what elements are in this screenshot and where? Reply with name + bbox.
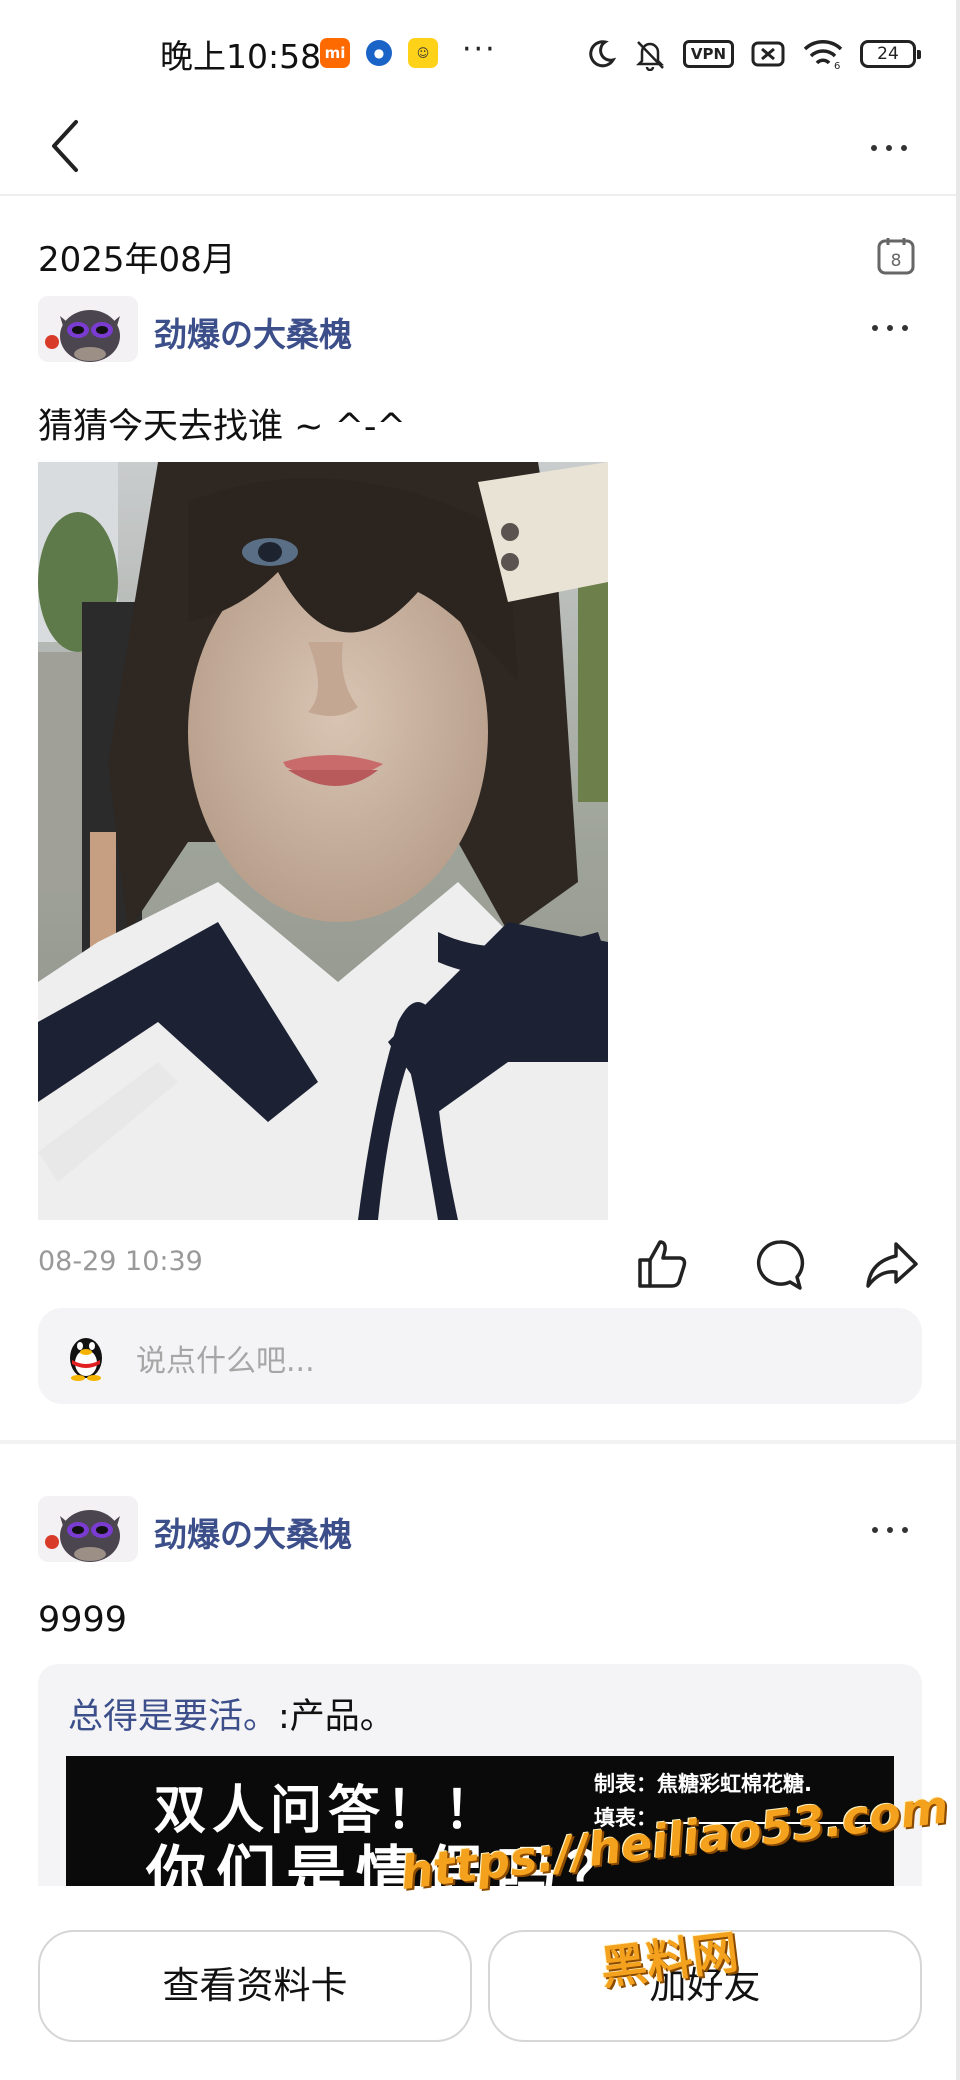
browser-app-icon: ● <box>366 40 392 66</box>
status-bar: 晚上10:58 mi ● ☺ ··· VPN 6 24 <box>0 0 960 100</box>
author-avatar[interactable] <box>38 296 138 362</box>
svg-text:8: 8 <box>891 251 902 271</box>
more-horizontal-icon <box>854 118 924 178</box>
shared-source: 总得是要活。 <box>68 1697 279 1737</box>
banner-subtitle: 你们是情侣吗？ <box>146 1840 636 1894</box>
muted-bell-icon <box>633 37 667 71</box>
like-button[interactable] <box>632 1234 692 1294</box>
view-profile-card-button[interactable]: 查看资料卡 <box>38 1930 472 2042</box>
calendar-button[interactable]: 8 <box>876 236 916 276</box>
section-divider <box>0 1440 960 1444</box>
scroll-edge <box>956 0 960 2080</box>
post-more-button[interactable] <box>860 308 920 348</box>
shared-banner-image: 双人问答！！ 你们是情侣吗？ 制表：焦糖彩虹棉花糖. 填表： <box>66 1756 894 1894</box>
more-horizontal-icon <box>860 308 920 348</box>
top-nav <box>0 100 960 196</box>
more-options-button[interactable] <box>854 118 924 178</box>
more-horizontal-icon <box>860 1510 920 1550</box>
do-not-disturb-moon-icon <box>585 38 617 70</box>
author-avatar[interactable] <box>38 1496 138 1562</box>
post-more-button[interactable] <box>860 1510 920 1550</box>
banner-underline <box>662 1822 876 1824</box>
wifi-icon: 6 <box>802 38 844 70</box>
post-photo[interactable] <box>38 462 608 1220</box>
more-notifications-icon: ··· <box>462 32 497 67</box>
mi-app-icon: mi <box>320 38 350 68</box>
author-name[interactable]: 劲爆の大桑槐 <box>154 1508 352 1556</box>
back-button[interactable] <box>40 114 100 174</box>
screen: 晚上10:58 mi ● ☺ ··· VPN 6 24 2025年08月 8 劲… <box>0 0 960 2080</box>
share-arrow-icon <box>866 1242 918 1288</box>
battery-icon: 24 <box>860 40 921 68</box>
shared-content-card[interactable]: 总得是要活。:产品。 双人问答！！ 你们是情侣吗？ 制表：焦糖彩虹棉花糖. 填表… <box>38 1664 922 1894</box>
comment-placeholder: 说点什么吧... <box>136 1344 315 1379</box>
month-label: 2025年08月 <box>38 240 236 280</box>
comment-bubble-icon <box>756 1240 805 1290</box>
status-icons: VPN 6 24 <box>585 34 921 74</box>
thumbs-up-icon <box>638 1240 687 1288</box>
svg-text:6: 6 <box>834 61 840 70</box>
qq-penguin-icon <box>64 1330 108 1382</box>
shared-author: :产品。 <box>278 1697 395 1737</box>
post-time: 08-29 10:39 <box>38 1246 203 1277</box>
game-app-icon: ☺ <box>408 38 438 68</box>
bottom-action-bar: 查看资料卡 加好友 <box>0 1886 960 2080</box>
add-friend-button[interactable]: 加好友 <box>488 1930 922 2042</box>
banner-filler: 填表： <box>594 1806 657 1830</box>
author-name[interactable]: 劲爆の大桑槐 <box>154 308 352 356</box>
share-button[interactable] <box>862 1234 922 1294</box>
comment-button[interactable] <box>750 1234 810 1294</box>
no-sim-icon <box>750 39 786 69</box>
chevron-left-icon <box>52 120 78 172</box>
vpn-icon: VPN <box>682 40 734 68</box>
post-text: 猜猜今天去找谁 ~ ^-^ <box>38 407 406 447</box>
banner-maker: 制表：焦糖彩虹棉花糖. <box>594 1772 812 1796</box>
shared-content-title: 总得是要活。:产品。 <box>68 1688 395 1739</box>
calendar-icon: 8 <box>877 238 915 275</box>
post-text: 9999 <box>38 1600 128 1640</box>
comment-input[interactable]: 说点什么吧... <box>38 1308 922 1404</box>
status-time: 晚上10:58 <box>160 37 322 76</box>
